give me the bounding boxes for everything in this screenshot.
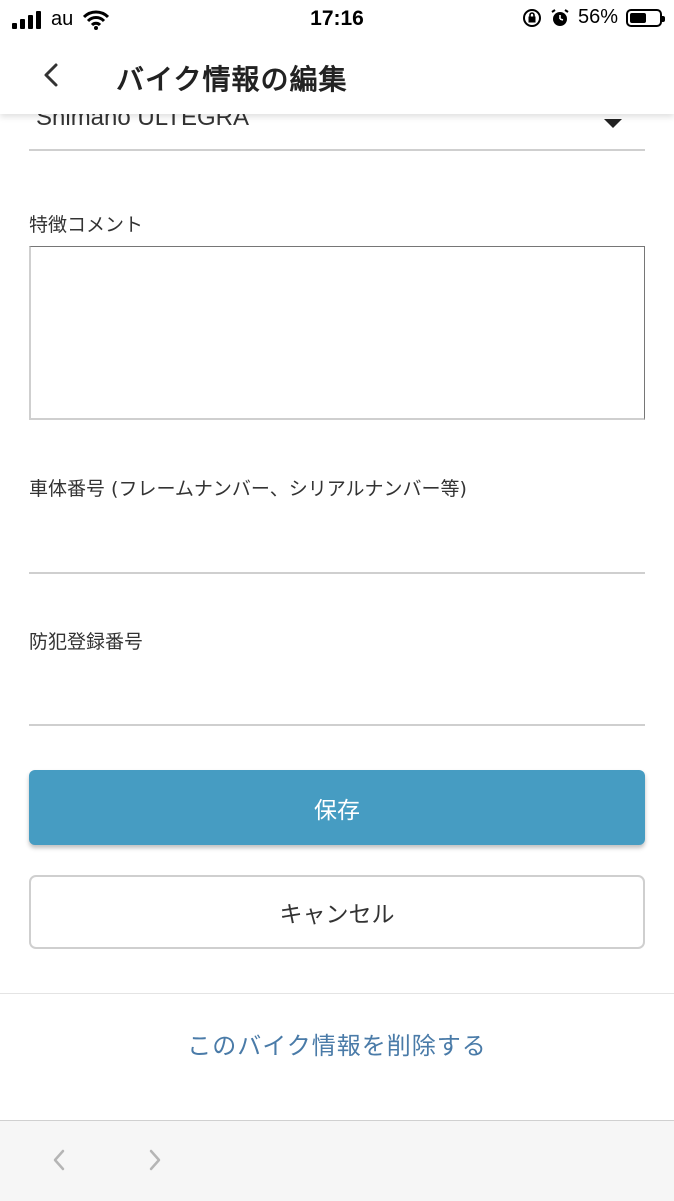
frame-number-label: 車体番号 (フレームナンバー、シリアルナンバー等)	[29, 478, 467, 500]
save-button[interactable]: 保存	[29, 770, 645, 845]
comment-textarea[interactable]	[29, 246, 645, 420]
back-button[interactable]	[34, 58, 68, 92]
status-bar: au 17:16 56%	[0, 0, 674, 38]
divider	[0, 993, 674, 994]
delete-bike-link[interactable]: このバイク情報を削除する	[0, 1026, 674, 1061]
frame-number-input[interactable]	[29, 528, 649, 570]
orientation-lock-icon	[522, 8, 541, 27]
browser-toolbar	[0, 1120, 674, 1201]
browser-forward-button[interactable]	[138, 1143, 172, 1177]
chevron-left-icon	[53, 1149, 65, 1171]
chevron-left-icon	[44, 63, 58, 87]
app-header: バイク情報の編集	[0, 38, 674, 114]
crime-prevention-label: 防犯登録番号	[29, 631, 144, 653]
status-right: 56%	[522, 6, 665, 29]
battery-icon	[626, 8, 665, 27]
cancel-button[interactable]: キャンセル	[29, 875, 645, 949]
comment-label: 特徴コメント	[29, 214, 144, 236]
alarm-icon	[551, 8, 569, 26]
crime-prevention-input[interactable]	[29, 680, 649, 722]
page-title: バイク情報の編集	[116, 63, 348, 96]
chevron-right-icon	[149, 1149, 161, 1171]
dropdown-arrow-icon[interactable]	[604, 119, 622, 128]
crime-prevention-underline	[29, 724, 645, 726]
battery-percent: 56%	[577, 6, 618, 28]
frame-number-underline	[29, 572, 645, 574]
select-underline	[29, 149, 645, 151]
battery-fill	[630, 12, 646, 23]
browser-back-button[interactable]	[42, 1143, 76, 1177]
